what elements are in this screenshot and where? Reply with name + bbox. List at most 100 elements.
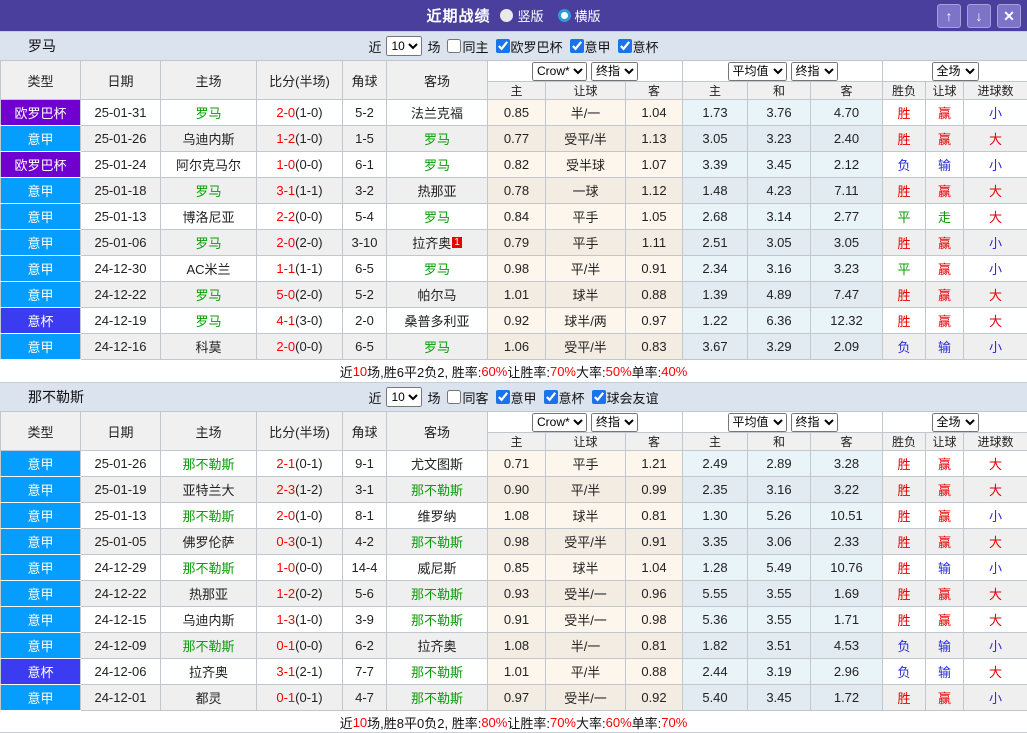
competition-badge: 意甲 — [1, 633, 81, 659]
same-venue-checkbox[interactable]: 同客 — [443, 388, 488, 407]
handicap-home-odds: 0.91 — [488, 607, 546, 633]
away-team[interactable]: 热那亚 — [387, 178, 488, 204]
home-team[interactable]: 乌迪内斯 — [161, 607, 257, 633]
away-team[interactable]: 维罗纳 — [387, 503, 488, 529]
away-team[interactable]: 罗马 — [387, 334, 488, 360]
home-team[interactable]: 拉齐奥 — [161, 659, 257, 685]
recent-count-select[interactable]: 10 — [386, 36, 422, 56]
home-team[interactable]: 那不勒斯 — [161, 503, 257, 529]
full-match-select[interactable]: 全场 — [932, 413, 979, 432]
average-select[interactable]: 平均值 — [728, 62, 787, 81]
summary-part: 70% — [550, 364, 576, 379]
home-team[interactable]: 热那亚 — [161, 581, 257, 607]
home-team[interactable]: AC米兰 — [161, 256, 257, 282]
full-match-select[interactable]: 全场 — [932, 62, 979, 81]
away-team[interactable]: 罗马 — [387, 152, 488, 178]
league-checkbox[interactable] — [592, 390, 606, 404]
home-team[interactable]: 亚特兰大 — [161, 477, 257, 503]
away-team[interactable]: 帕尔马 — [387, 282, 488, 308]
away-team[interactable]: 那不勒斯 — [387, 529, 488, 555]
radio-vertical-layout[interactable]: 竖版 — [500, 6, 543, 25]
bookmaker-select[interactable]: Crow* — [532, 413, 587, 432]
move-up-button[interactable]: ↑ — [937, 4, 961, 28]
away-team[interactable]: 那不勒斯 — [387, 607, 488, 633]
avg-away-odds: 10.76 — [811, 555, 883, 581]
odds-stage-select-2[interactable]: 终指 — [791, 413, 838, 432]
home-team[interactable]: 那不勒斯 — [161, 633, 257, 659]
odds-stage-select[interactable]: 终指 — [591, 62, 638, 81]
score-cell: 0-1(0-1) — [257, 685, 343, 711]
away-team[interactable]: 罗马 — [387, 204, 488, 230]
home-team[interactable]: 罗马 — [161, 308, 257, 334]
radio-horizontal-label: 横版 — [575, 6, 601, 25]
away-team[interactable]: 桑普多利亚 — [387, 308, 488, 334]
handicap-away-odds: 0.91 — [626, 529, 683, 555]
competition-badge: 意甲 — [1, 581, 81, 607]
radio-unselected-icon[interactable] — [558, 9, 571, 22]
league-filter-1-2[interactable]: 球会友谊 — [588, 388, 659, 407]
handicap-home-odds: 0.98 — [488, 529, 546, 555]
summary-part: 大率: — [576, 362, 606, 381]
avg-draw-odds: 3.55 — [748, 607, 811, 633]
league-filter-0-0[interactable]: 欧罗巴杯 — [492, 37, 563, 56]
same-venue-input[interactable] — [447, 39, 461, 53]
home-team[interactable]: 阿尔克马尔 — [161, 152, 257, 178]
move-down-button[interactable]: ↓ — [967, 4, 991, 28]
away-team[interactable]: 法兰克福 — [387, 100, 488, 126]
away-team[interactable]: 威尼斯 — [387, 555, 488, 581]
radio-horizontal-layout[interactable]: 横版 — [558, 6, 601, 25]
home-team[interactable]: 都灵 — [161, 685, 257, 711]
close-button[interactable]: ✕ — [997, 4, 1021, 28]
league-filter-1-1[interactable]: 意杯 — [540, 388, 585, 407]
competition-badge: 意甲 — [1, 126, 81, 152]
league-checkbox[interactable] — [544, 390, 558, 404]
away-team[interactable]: 罗马 — [387, 126, 488, 152]
away-team[interactable]: 拉齐奥1 — [387, 230, 488, 256]
recent-count-select[interactable]: 10 — [386, 387, 422, 407]
home-team[interactable]: 那不勒斯 — [161, 451, 257, 477]
league-checkbox[interactable] — [496, 390, 510, 404]
avg-home-odds: 3.39 — [683, 152, 748, 178]
radio-selected-icon[interactable] — [500, 9, 513, 22]
away-team[interactable]: 那不勒斯 — [387, 477, 488, 503]
odds-stage-select[interactable]: 终指 — [591, 413, 638, 432]
away-team[interactable]: 那不勒斯 — [387, 685, 488, 711]
league-checkbox[interactable] — [618, 39, 632, 53]
home-team[interactable]: 罗马 — [161, 282, 257, 308]
away-team[interactable]: 拉齐奥 — [387, 633, 488, 659]
avg-home-odds: 1.30 — [683, 503, 748, 529]
result-handicap: 输 — [926, 659, 964, 685]
avg-away-odds: 2.33 — [811, 529, 883, 555]
score-cell: 4-1(3-0) — [257, 308, 343, 334]
team-name: 罗马 — [28, 36, 56, 56]
home-team[interactable]: 博洛尼亚 — [161, 204, 257, 230]
league-filter-1-0[interactable]: 意甲 — [492, 388, 537, 407]
same-venue-input[interactable] — [447, 390, 461, 404]
home-team[interactable]: 那不勒斯 — [161, 555, 257, 581]
home-team[interactable]: 乌迪内斯 — [161, 126, 257, 152]
league-checkbox[interactable] — [496, 39, 510, 53]
away-team[interactable]: 罗马 — [387, 256, 488, 282]
handicap-away-odds: 0.97 — [626, 308, 683, 334]
home-team[interactable]: 科莫 — [161, 334, 257, 360]
avg-away-odds: 2.09 — [811, 334, 883, 360]
home-team[interactable]: 罗马 — [161, 178, 257, 204]
match-date: 24-12-22 — [81, 282, 161, 308]
avg-draw-odds: 3.45 — [748, 152, 811, 178]
home-team[interactable]: 罗马 — [161, 230, 257, 256]
league-filter-0-1[interactable]: 意甲 — [566, 37, 611, 56]
home-team[interactable]: 佛罗伦萨 — [161, 529, 257, 555]
bookmaker-select[interactable]: Crow* — [532, 62, 587, 81]
away-team[interactable]: 尤文图斯 — [387, 451, 488, 477]
avg-draw-odds: 3.55 — [748, 581, 811, 607]
handicap-line: 受半球 — [546, 152, 626, 178]
same-venue-checkbox[interactable]: 同主 — [443, 37, 488, 56]
odds-stage-select-2[interactable]: 终指 — [791, 62, 838, 81]
league-filter-0-2[interactable]: 意杯 — [614, 37, 659, 56]
score-cell: 5-0(2-0) — [257, 282, 343, 308]
home-team[interactable]: 罗马 — [161, 100, 257, 126]
average-select[interactable]: 平均值 — [728, 413, 787, 432]
league-checkbox[interactable] — [570, 39, 584, 53]
away-team[interactable]: 那不勒斯 — [387, 581, 488, 607]
away-team[interactable]: 那不勒斯 — [387, 659, 488, 685]
